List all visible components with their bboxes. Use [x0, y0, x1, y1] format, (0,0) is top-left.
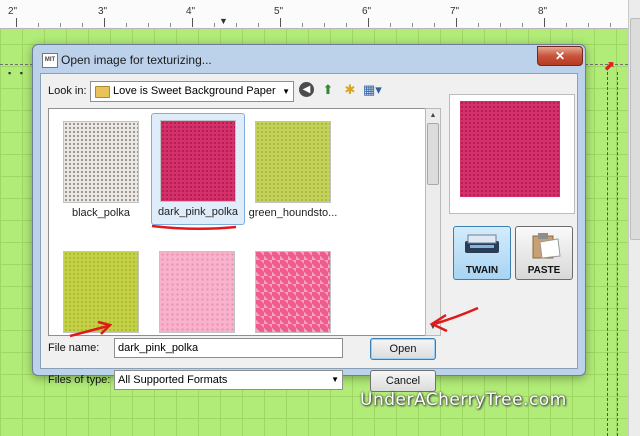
thumbnail: [159, 251, 235, 333]
dialog-title: Open image for texturizing...: [61, 53, 212, 67]
file-list-scrollbar[interactable]: ▲ ▼: [425, 108, 441, 336]
page-edge-guide: [607, 72, 608, 436]
back-icon[interactable]: ◀: [299, 82, 314, 97]
ruler-label: 8": [538, 6, 548, 17]
resize-arrow-icon[interactable]: ⬈: [604, 58, 615, 74]
chevron-down-icon: ▼: [282, 87, 290, 96]
dialog-body: Look in: Love is Sweet Background Paper …: [40, 73, 578, 392]
list-item[interactable]: black_polka: [55, 115, 147, 225]
ruler-label: 3": [98, 6, 108, 17]
list-item[interactable]: [55, 245, 147, 335]
thumbnail: [255, 121, 331, 203]
ruler-label: 6": [362, 6, 372, 17]
scroll-up-icon[interactable]: ▲: [426, 109, 440, 123]
open-image-dialog: MIT Open image for texturizing... ✕ Look…: [32, 44, 586, 392]
view-menu-icon[interactable]: ▦▾: [363, 81, 382, 99]
watermark: UnderACherryTree.com: [360, 390, 567, 410]
preview-image: [460, 101, 560, 197]
app-icon: MIT: [42, 53, 58, 68]
list-item[interactable]: [151, 245, 243, 335]
thumbnail: [160, 120, 236, 202]
list-item-selected[interactable]: dark_pink_polka: [151, 113, 245, 225]
new-folder-icon[interactable]: ✱: [341, 81, 359, 99]
open-button[interactable]: Open: [370, 338, 436, 360]
thumbnail: [63, 121, 139, 203]
look-in-label: Look in:: [48, 85, 87, 97]
ruler-label: 7": [450, 6, 460, 17]
twain-label: TWAIN: [465, 265, 499, 276]
ruler-label: 2": [8, 6, 18, 17]
list-item[interactable]: green_houndsto...: [247, 115, 339, 225]
chevron-down-icon: ▼: [331, 375, 339, 384]
horizontal-ruler: 2" 3" 4" 5" 6" 7" 8" ▼: [0, 0, 628, 29]
files-of-type-value: All Supported Formats: [118, 374, 228, 386]
ruler-label: 4": [186, 6, 196, 17]
file-name: dark_pink_polka: [157, 206, 239, 218]
files-of-type-label: Files of type:: [48, 374, 111, 386]
look-in-value: Love is Sweet Background Paper Pac: [113, 85, 279, 97]
twain-button[interactable]: TWAIN: [453, 226, 511, 280]
scrollbar-thumb[interactable]: [630, 18, 640, 240]
cancel-button[interactable]: Cancel: [370, 370, 436, 392]
bleed-guide: [617, 72, 618, 436]
canvas-vertical-scrollbar[interactable]: [628, 0, 640, 436]
thumbnail: [63, 251, 139, 333]
image-preview: [449, 94, 575, 214]
file-list[interactable]: black_polka dark_pink_polka green_hounds…: [48, 108, 432, 336]
paste-clipboard-icon: [532, 233, 561, 259]
scroll-down-icon[interactable]: ▼: [426, 321, 440, 335]
close-button[interactable]: ✕: [537, 46, 583, 66]
ruler-label: 5": [274, 6, 284, 17]
file-name-label: File name:: [48, 342, 100, 354]
up-folder-icon[interactable]: ⬆: [319, 81, 337, 99]
guide-marks-left: ▪ ▪: [8, 68, 26, 78]
file-name-input[interactable]: dark_pink_polka: [114, 338, 343, 358]
scrollbar-thumb[interactable]: [427, 123, 439, 185]
paste-label: PASTE: [527, 265, 561, 276]
ruler-position-marker-icon: ▼: [219, 16, 228, 26]
list-item[interactable]: [247, 245, 339, 335]
look-in-combobox[interactable]: Love is Sweet Background Paper Pac ▼: [90, 81, 294, 102]
paste-button[interactable]: PASTE: [515, 226, 573, 280]
scanner-icon: [465, 234, 499, 253]
thumbnail: [255, 251, 331, 333]
file-name: black_polka: [71, 207, 131, 219]
dialog-titlebar[interactable]: MIT Open image for texturizing... ✕: [33, 45, 585, 73]
folder-icon: [95, 86, 110, 98]
file-name: green_houndsto...: [248, 207, 338, 219]
files-of-type-select[interactable]: All Supported Formats ▼: [114, 370, 343, 390]
